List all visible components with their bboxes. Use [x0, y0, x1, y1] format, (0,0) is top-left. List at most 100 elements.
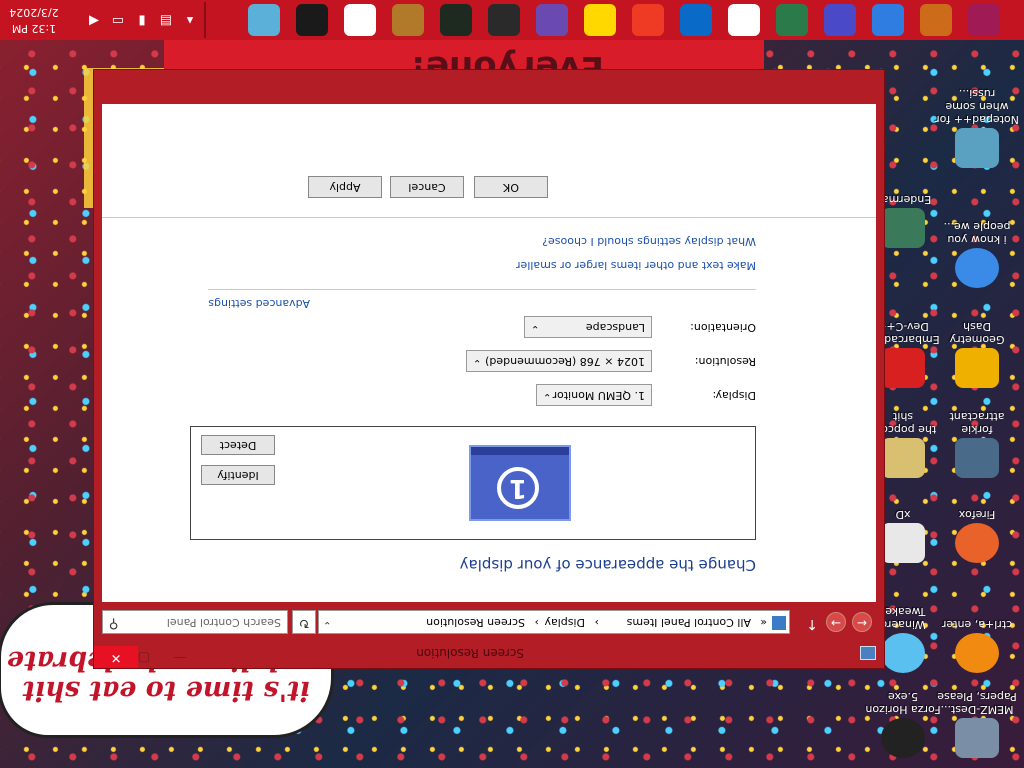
apply-button[interactable]: Apply [308, 176, 382, 198]
settings-icon[interactable] [824, 4, 856, 36]
ok-button[interactable]: OK [474, 176, 548, 198]
desktop-icon-ctrl-a[interactable]: ctrl+a, enter [934, 618, 1020, 673]
desktop-icon-forza[interactable]: Forza Horizon 5.exe [860, 690, 946, 758]
breadcrumb-all-items[interactable]: All Control Panel Items [627, 616, 751, 629]
breadcrumb[interactable]: « All Control Panel Items › Display › Sc… [318, 610, 790, 634]
breadcrumb-screen-resolution[interactable]: Screen Resolution [426, 616, 525, 629]
minimize-button[interactable]: — [162, 646, 198, 668]
search-placeholder: Search Control Panel [166, 616, 281, 629]
red-triad-icon[interactable] [344, 4, 376, 36]
window-app-icon[interactable] [248, 4, 280, 36]
back-button[interactable]: ← [852, 612, 872, 632]
taskbar-clock[interactable]: 1:32 PM 2/3/2024 [4, 4, 64, 36]
chromium-icon[interactable] [920, 4, 952, 36]
memz-icon [955, 718, 999, 758]
desktop-icon-label: forkie attractant [949, 410, 1005, 436]
volume-icon[interactable]: ◀ [84, 0, 104, 40]
desktop-icon-label: ctrl+a, enter [941, 618, 1013, 631]
terminal-icon[interactable] [296, 4, 328, 36]
crossed-tools-icon[interactable] [392, 4, 424, 36]
signal-icon[interactable]: ▮ [132, 0, 152, 40]
cat-app-icon[interactable] [536, 4, 568, 36]
screen-resolution-window: Screen Resolution — ▢ ✕ ← → ↑ « All Cont… [94, 70, 884, 668]
enderman-icon [881, 208, 925, 248]
chrome-icon[interactable] [872, 4, 904, 36]
desktop-icon-chrome[interactable]: i know you people we... [934, 220, 1020, 288]
yahoo-icon[interactable] [584, 4, 616, 36]
window-titlebar[interactable]: Screen Resolution — ▢ ✕ [94, 638, 884, 668]
control-panel-icon [772, 616, 786, 630]
show-hidden-icons-button[interactable]: ▴ [180, 0, 200, 40]
breadcrumb-dropdown-icon[interactable]: ⌄ [323, 619, 331, 630]
chevron-down-icon: ⌄ [543, 391, 552, 402]
advanced-settings-link[interactable]: Advanced settings [208, 297, 310, 310]
text-size-link[interactable]: Make text and other items larger or smal… [516, 259, 756, 272]
orientation-select[interactable]: Landscape ⌄ [524, 316, 652, 338]
chrome-icon [955, 248, 999, 288]
page-title: Change the appearance of your display [459, 556, 756, 574]
screen: Everyone! it's time to eat shit and die … [0, 0, 1024, 768]
up-button[interactable]: ↑ [806, 616, 818, 632]
desktop-icon-label: Winaero Tweaker [880, 605, 926, 631]
divider [208, 289, 756, 290]
resolution-select[interactable]: 1024 × 768 (Recommended) ⌄ [466, 350, 652, 372]
bubble-line-1: it's time to eat shit [22, 675, 310, 706]
cancel-button[interactable]: Cancel [390, 176, 464, 198]
desktop-icon-memz[interactable]: MEMZ-Dest... Papers, Please [934, 690, 1020, 758]
search-input[interactable]: Search Control Panel ⚲ [102, 610, 288, 634]
notepad-icon [955, 128, 999, 168]
orientation-label: Orientation: [690, 321, 756, 334]
xd-icon [881, 523, 925, 563]
resolution-select-value: 1024 × 768 (Recommended) [485, 355, 645, 368]
taskbar: ▴ ▤ ▮ ▭ ◀ 1:32 PM 2/3/2024 [0, 0, 1024, 40]
display-label: Display: [712, 389, 756, 402]
resolution-label: Resolution: [694, 355, 756, 368]
desktop-icon-notepad[interactable]: Notepad++ for when some russi... [934, 87, 1020, 168]
close-button[interactable]: ✕ [94, 646, 138, 668]
glitch-app-icon[interactable] [968, 4, 1000, 36]
orientation-select-value: Landscape [585, 321, 645, 334]
7zip-icon[interactable] [728, 4, 760, 36]
desktop-icon-forkie[interactable]: forkie attractant [934, 410, 1020, 478]
display-help-link[interactable]: What display settings should I choose? [542, 235, 756, 248]
paint-icon[interactable] [776, 4, 808, 36]
breadcrumb-overflow[interactable]: « [760, 616, 767, 629]
network-icon[interactable]: ▤ [156, 0, 176, 40]
monitor-1-icon[interactable]: 1 [469, 445, 571, 521]
detect-button[interactable]: Detect [201, 435, 275, 455]
monitor-taskbar-graphic [471, 447, 569, 455]
desktop-icon-label: Firefox [958, 508, 996, 521]
display-preview-area: 1 Detect Identify [190, 426, 756, 540]
breadcrumb-separator: › [534, 616, 539, 629]
desktop-icon-label: i know you people we... [943, 220, 1011, 246]
yandex-icon[interactable] [632, 4, 664, 36]
breadcrumb-display[interactable]: Display [544, 616, 585, 629]
desktop-icon-label: Forza Horizon 5.exe [865, 690, 941, 716]
chevron-down-icon: ⌄ [473, 357, 482, 368]
chevron-down-icon: ⌄ [531, 323, 540, 334]
desktop-icon-firefox[interactable]: Firefox [934, 508, 1020, 563]
breadcrumb-separator: › [594, 616, 599, 629]
refresh-button[interactable]: ↻ [292, 610, 316, 634]
window-title: Screen Resolution [416, 646, 524, 660]
devcpp-icon [881, 348, 925, 388]
identify-button[interactable]: Identify [201, 465, 275, 485]
resolution-row: Resolution: 1024 × 768 (Recommended) ⌄ [192, 350, 756, 372]
display-select-value: 1. QEMU Monitor [552, 389, 645, 402]
outlook-icon[interactable] [680, 4, 712, 36]
wot-icon[interactable] [488, 4, 520, 36]
desktop-icon-label: xD [895, 508, 911, 521]
geometry-dash-icon [955, 348, 999, 388]
orange-circle-icon [955, 633, 999, 673]
display-row: Display: 1. QEMU Monitor ⌄ [192, 384, 756, 406]
battery-icon[interactable]: ▭ [108, 0, 128, 40]
control-panel-window-icon [860, 646, 876, 660]
forza-icon [881, 718, 925, 758]
desktop-icon-geometry-dash[interactable]: Geometry Dash [934, 320, 1020, 388]
display-select[interactable]: 1. QEMU Monitor ⌄ [536, 384, 652, 406]
forward-button[interactable]: → [826, 612, 846, 632]
tanks-icon[interactable] [440, 4, 472, 36]
desktop-icon-label: MEMZ-Dest... Papers, Please [937, 690, 1017, 716]
search-icon[interactable]: ⚲ [109, 616, 119, 631]
footer-divider [102, 217, 876, 218]
